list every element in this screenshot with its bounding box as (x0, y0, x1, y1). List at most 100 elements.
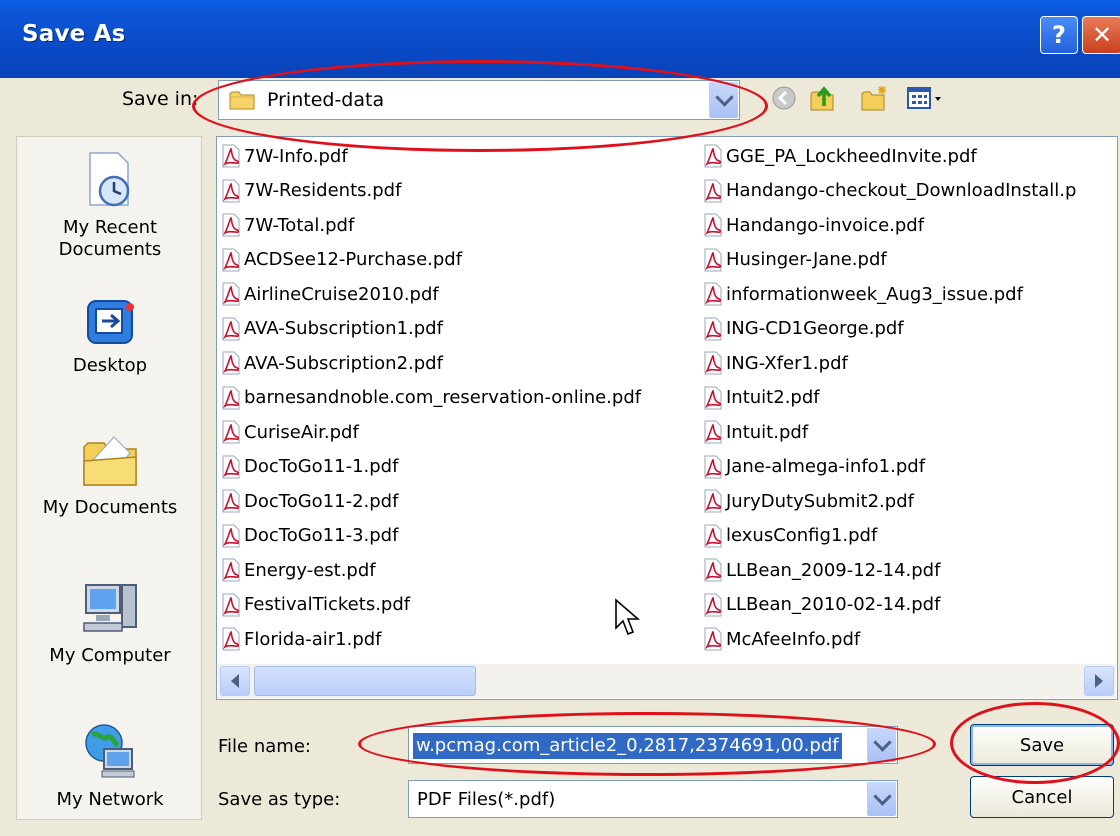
folder-documents-icon (83, 436, 137, 486)
chevron-down-icon[interactable] (709, 82, 738, 118)
file-item[interactable]: Florida-air1.pdf (221, 622, 641, 657)
place-label: Desktop (72, 355, 148, 376)
file-item[interactable]: Handango-invoice.pdf (703, 208, 1076, 243)
horizontal-scrollbar[interactable] (218, 664, 1116, 698)
file-name: DocToGo11-3.pdf (244, 525, 399, 547)
file-item[interactable]: barnesandnoble.com_reservation-online.pd… (221, 381, 641, 416)
pdf-file-icon (222, 524, 240, 548)
pdf-file-icon (222, 213, 240, 237)
pdf-file-icon (704, 524, 722, 548)
file-item[interactable]: AirlineCruise2010.pdf (221, 277, 641, 312)
save-as-type-dropdown[interactable]: PDF Files(*.pdf) (408, 780, 898, 818)
place-desktop[interactable]: Desktop (17, 295, 203, 377)
file-item[interactable]: DocToGo11-3.pdf (221, 519, 641, 554)
computer-icon (83, 584, 137, 632)
file-item[interactable]: Husinger-Jane.pdf (703, 243, 1076, 278)
save-as-type-value: PDF Files(*.pdf) (417, 789, 556, 810)
file-item[interactable]: AVA-Subscription2.pdf (221, 346, 641, 381)
pdf-file-icon (222, 420, 240, 444)
file-item[interactable]: informationweek_Aug3_issue.pdf (703, 277, 1076, 312)
pdf-file-icon (704, 558, 722, 582)
file-name: 7W-Total.pdf (244, 214, 355, 236)
cancel-button[interactable]: Cancel (970, 776, 1114, 818)
file-column-right: GGE_PA_LockheedInvite.pdf Handango-checko… (703, 139, 1076, 657)
file-item[interactable]: Handango-checkout_DownloadInstall.p (703, 174, 1076, 209)
file-name: 7W-Residents.pdf (244, 180, 402, 202)
chevron-down-icon[interactable] (867, 782, 896, 816)
file-item[interactable]: 7W-Info.pdf (221, 139, 641, 174)
file-name: lexusConfig1.pdf (726, 525, 878, 547)
back-icon[interactable] (770, 84, 798, 112)
chevron-down-icon[interactable] (867, 728, 896, 762)
pdf-file-icon (222, 593, 240, 617)
up-folder-icon[interactable] (808, 84, 836, 112)
file-name: JuryDutySubmit2.pdf (726, 490, 914, 512)
pdf-file-icon (222, 144, 240, 168)
pdf-file-icon (222, 351, 240, 375)
file-name: AVA-Subscription1.pdf (244, 318, 443, 340)
place-my-documents[interactable]: My Documents (17, 431, 203, 519)
pdf-file-icon (222, 489, 240, 513)
file-name: Energy-est.pdf (244, 559, 376, 581)
save-in-dropdown[interactable]: Printed-data (218, 80, 740, 120)
file-item[interactable]: ING-CD1George.pdf (703, 312, 1076, 347)
file-name: LLBean_2009-12-14.pdf (726, 559, 941, 581)
scroll-left-button[interactable] (220, 666, 250, 696)
file-name-input[interactable]: w.pcmag.com_article2_0,2817,2374691,00.p… (408, 726, 898, 764)
file-name: Husinger-Jane.pdf (726, 249, 887, 271)
place-label: My Documents (42, 497, 178, 518)
file-name: LLBean_2010-02-14.pdf (726, 594, 941, 616)
title-bar[interactable]: Save As ? ✕ (0, 0, 1120, 78)
file-item[interactable]: DocToGo11-1.pdf (221, 450, 641, 485)
pdf-file-icon (704, 351, 722, 375)
file-item[interactable]: LLBean_2010-02-14.pdf (703, 588, 1076, 623)
file-item[interactable]: GGE_PA_LockheedInvite.pdf (703, 139, 1076, 174)
pdf-file-icon (222, 317, 240, 341)
place-label: My Recent Documents (58, 217, 162, 260)
close-button[interactable]: ✕ (1082, 16, 1120, 54)
file-name: ING-Xfer1.pdf (726, 352, 848, 374)
file-item[interactable]: lexusConfig1.pdf (703, 519, 1076, 554)
file-item[interactable]: AVA-Subscription1.pdf (221, 312, 641, 347)
place-my-recent-documents[interactable]: My Recent Documents (17, 149, 203, 261)
file-item[interactable]: DocToGo11-2.pdf (221, 484, 641, 519)
file-name: DocToGo11-1.pdf (244, 456, 399, 478)
save-in-value: Printed-data (267, 89, 385, 111)
save-as-dialog: Save As ? ✕ Save in: Printed-data My Rec… (0, 0, 1120, 836)
scroll-thumb[interactable] (254, 666, 476, 696)
scroll-right-button[interactable] (1084, 666, 1114, 696)
file-item[interactable]: 7W-Residents.pdf (221, 174, 641, 209)
file-item[interactable]: Intuit.pdf (703, 415, 1076, 450)
file-item[interactable]: CuriseAir.pdf (221, 415, 641, 450)
file-item[interactable]: ING-Xfer1.pdf (703, 346, 1076, 381)
file-item[interactable]: Energy-est.pdf (221, 553, 641, 588)
file-list[interactable]: 7W-Info.pdf 7W-Residents.pdf 7W-Total.pdf A… (216, 136, 1118, 700)
pdf-file-icon (704, 455, 722, 479)
file-item[interactable]: Intuit2.pdf (703, 381, 1076, 416)
file-item[interactable]: JuryDutySubmit2.pdf (703, 484, 1076, 519)
pdf-file-icon (704, 386, 722, 410)
file-item[interactable]: McAfeeInfo.pdf (703, 622, 1076, 657)
file-item[interactable]: LLBean_2009-12-14.pdf (703, 553, 1076, 588)
file-item[interactable]: ACDSee12-Purchase.pdf (221, 243, 641, 278)
file-item[interactable]: FestivalTickets.pdf (221, 588, 641, 623)
place-label: My Network (56, 789, 164, 810)
file-name: ING-CD1George.pdf (726, 318, 904, 340)
file-name: FestivalTickets.pdf (244, 594, 411, 616)
file-item[interactable]: Jane-almega-info1.pdf (703, 450, 1076, 485)
file-name: informationweek_Aug3_issue.pdf (726, 283, 1023, 305)
views-menu-icon[interactable] (906, 84, 946, 112)
pdf-file-icon (222, 627, 240, 651)
pdf-file-icon (222, 455, 240, 479)
file-name: 7W-Info.pdf (244, 145, 348, 167)
save-button[interactable]: Save (970, 724, 1114, 766)
file-name: Handango-checkout_DownloadInstall.p (726, 180, 1077, 202)
place-my-computer[interactable]: My Computer (17, 577, 203, 667)
new-folder-icon[interactable] (860, 84, 888, 112)
file-item[interactable]: 7W-Total.pdf (221, 208, 641, 243)
mouse-cursor-icon (615, 598, 640, 636)
place-my-network[interactable]: My Network (17, 719, 203, 811)
help-button[interactable]: ? (1040, 16, 1078, 54)
file-name: Handango-invoice.pdf (726, 214, 925, 236)
file-name: barnesandnoble.com_reservation-online.pd… (244, 387, 642, 409)
